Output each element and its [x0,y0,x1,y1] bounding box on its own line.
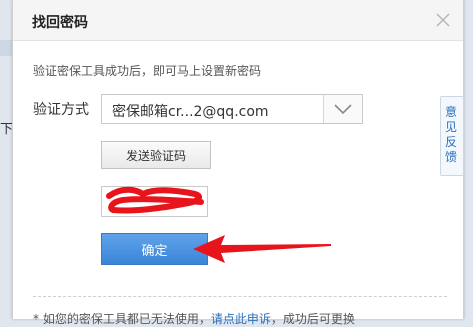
verify-method-select[interactable]: 密保邮箱cr...2@qq.com [101,94,363,124]
footer-note-suffix: ，成功后可更换 [270,312,355,326]
appeal-link[interactable]: 请点此申诉 [211,312,271,326]
retrieve-password-dialog: 找回密码 验证密保工具成功后，即可马上设置新密码 验证方式 密保邮箱cr...2… [12,0,464,326]
verification-code-input[interactable] [101,186,208,217]
verify-method-label: 验证方式 [33,102,89,118]
red-arrow-annotation [193,235,331,263]
dropdown-toggle[interactable] [323,95,362,123]
chevron-down-icon [334,104,352,115]
instruction-text: 验证密保工具成功后，即可马上设置新密码 [33,64,262,78]
feedback-tab[interactable]: 意见反馈 [440,96,464,176]
dialog-title: 找回密码 [32,15,88,31]
close-icon [436,13,450,27]
dashed-divider [33,296,447,297]
verify-method-value: 密保邮箱cr...2@qq.com [112,104,269,120]
footer-note-prefix: * 如您的密保工具都已无法使用， [33,312,211,326]
confirm-button[interactable]: 确定 [101,233,208,265]
send-code-button[interactable]: 发送验证码 [101,141,211,169]
feedback-tab-label: 意见反馈 [445,105,458,164]
dialog-header: 找回密码 [13,0,463,41]
close-button[interactable] [429,6,457,34]
